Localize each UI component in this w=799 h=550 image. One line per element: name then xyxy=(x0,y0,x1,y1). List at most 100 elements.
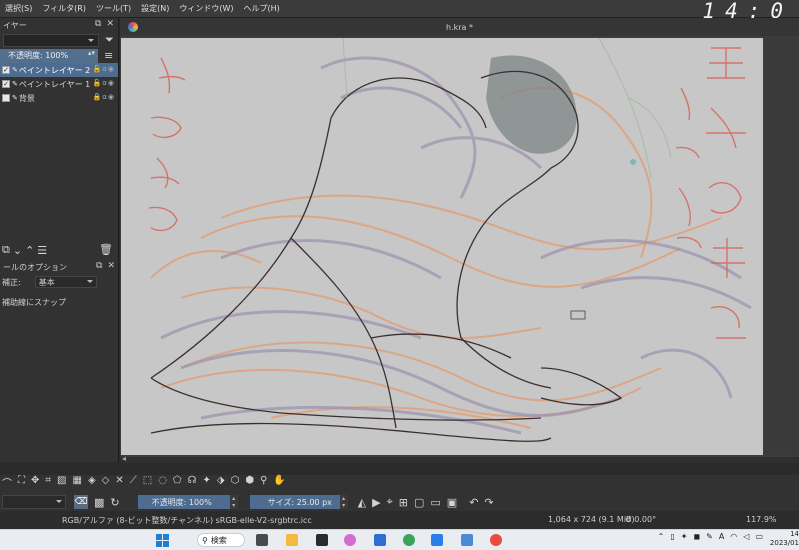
contiguous-select-icon[interactable]: ✦ xyxy=(203,475,211,490)
tray-app-icon-2[interactable]: ◼ xyxy=(693,532,700,541)
mirror-h-icon[interactable]: ◭ xyxy=(358,496,366,509)
new-doc-icon[interactable]: ▢ xyxy=(414,496,424,509)
move-icon[interactable]: ✥ xyxy=(31,475,39,490)
menu-settings[interactable]: 設定(N) xyxy=(136,3,174,14)
open-doc-icon[interactable]: ▭ xyxy=(430,496,440,509)
rotate-icon: ↺ xyxy=(625,515,635,524)
pattern-icon[interactable]: ▦ xyxy=(72,475,81,490)
vscode-icon[interactable] xyxy=(431,534,443,546)
battery-icon[interactable]: ▭ xyxy=(755,532,763,541)
layer-row-paint-1[interactable]: ✓ ✎ ペイントレイヤー 1 🔓α◉ xyxy=(0,77,118,91)
layer-props-icons[interactable]: 🔓α◉ xyxy=(93,65,115,73)
correction-label: 補正: xyxy=(2,277,21,287)
taskbar-clock[interactable]: 14 2023/01 xyxy=(769,530,799,548)
close-docker-icon[interactable]: ✕ xyxy=(107,261,115,271)
app-icon-5[interactable] xyxy=(374,534,386,546)
float-docker-icon[interactable]: ⧉ xyxy=(95,19,101,29)
crop-icon[interactable]: ⌗ xyxy=(45,475,51,490)
measure-icon[interactable]: ⟋ xyxy=(130,475,137,490)
pan-icon[interactable]: ✋ xyxy=(273,475,285,490)
app-icon-3[interactable] xyxy=(316,534,328,546)
mirror-v-icon[interactable]: ▶ xyxy=(372,496,380,509)
layer-opacity-field[interactable]: 不透明度: 100% ▴▾ xyxy=(0,48,98,63)
correction-dropdown[interactable]: 基本 xyxy=(34,276,97,288)
magnetic-select-icon[interactable]: ⬢ xyxy=(245,475,254,490)
file-explorer-icon[interactable] xyxy=(286,534,298,546)
rect-select-icon[interactable]: ⬚ xyxy=(143,475,152,490)
tool-options-docker: ールのオプション ⧉ ✕ 補正: 基本 補助線にスナップ xyxy=(0,260,119,310)
gradient-icon[interactable]: ▨ xyxy=(57,475,66,490)
opacity-spin-icon[interactable]: ▴ ▾ xyxy=(229,495,238,509)
fill-icon[interactable]: ◈ xyxy=(88,475,96,490)
krita-taskbar-icon[interactable] xyxy=(344,534,356,546)
size-spin-icon[interactable]: ▴ ▾ xyxy=(339,495,348,509)
brush-opacity-slider[interactable]: 不透明度: 100% xyxy=(137,495,230,509)
layer-visibility-checkbox[interactable]: ✓ xyxy=(2,80,10,88)
menu-select[interactable]: 選択(S) xyxy=(0,3,37,14)
eraser-toggle-icon[interactable]: ⌫ xyxy=(74,495,88,509)
assistant-icon[interactable]: ✕ xyxy=(115,475,123,490)
layer-props-icons[interactable]: 🔒α◉ xyxy=(93,93,115,101)
tray-app-icon[interactable]: ▯ xyxy=(670,532,674,541)
move-down-icon[interactable]: ⌄ xyxy=(13,244,22,257)
bezier-select-icon[interactable]: ⬡ xyxy=(231,475,240,490)
layer-properties-icon[interactable]: ☰ xyxy=(37,244,47,257)
horizontal-scrollbar[interactable]: ◂ xyxy=(120,454,799,463)
lasso-icon[interactable]: ⌒ xyxy=(2,475,12,490)
menu-filter[interactable]: フィルタ(R) xyxy=(37,3,91,14)
document-tab[interactable]: h.kra * xyxy=(120,18,799,36)
drawing-canvas[interactable] xyxy=(121,38,763,455)
brush-size-slider[interactable]: サイズ: 25.00 px xyxy=(249,495,340,509)
rotation-readout[interactable]: ↺ 0.00° xyxy=(625,515,656,524)
menu-window[interactable]: ウィンドウ(W) xyxy=(174,3,238,14)
add-layer-icon[interactable]: ⧉ xyxy=(2,243,10,257)
app-icon-8[interactable] xyxy=(461,534,473,546)
pen-icon[interactable]: ✎ xyxy=(706,532,713,541)
tray-chevron-icon[interactable]: ⌃ xyxy=(658,532,665,541)
scroll-left-icon[interactable]: ◂ xyxy=(122,454,126,463)
transform-icon[interactable]: ⛶ xyxy=(18,475,25,490)
windows-start-icon[interactable] xyxy=(156,534,169,547)
app-icon-6[interactable] xyxy=(403,534,415,546)
ellipse-select-icon[interactable]: ◌ xyxy=(158,475,167,490)
dropbox-icon[interactable]: ✦ xyxy=(681,532,688,541)
brush-preset-dropdown[interactable] xyxy=(2,495,66,509)
polygon-select-icon[interactable]: ⬠ xyxy=(173,475,182,490)
zoom-readout[interactable]: 117.9% xyxy=(746,515,777,524)
close-docker-icon[interactable]: ✕ xyxy=(106,19,114,29)
menu-tools[interactable]: ツール(T) xyxy=(91,3,136,14)
layer-row-paint-2[interactable]: ✓ ✎ ペイントレイヤー 2 🔓α◉ xyxy=(0,63,118,77)
alpha-lock-icon[interactable]: ▩ xyxy=(94,496,104,509)
undo-icon[interactable]: ↶ xyxy=(469,496,478,509)
redo-icon[interactable]: ↷ xyxy=(484,496,493,509)
filter-icon[interactable]: ⏷ xyxy=(105,33,114,47)
menu-help[interactable]: ヘルプ(H) xyxy=(239,3,285,14)
similar-select-icon[interactable]: ⬗ xyxy=(217,475,225,490)
spin-arrows-icon[interactable]: ▴▾ xyxy=(88,49,95,57)
snap-row[interactable]: 補助線にスナップ xyxy=(0,294,119,310)
blend-mode-dropdown[interactable] xyxy=(3,33,99,47)
delete-layer-icon[interactable]: 🗑 xyxy=(99,243,113,256)
layer-visibility-checkbox[interactable] xyxy=(2,94,10,102)
reload-preset-icon[interactable]: ↻ xyxy=(110,496,119,509)
enclose-fill-icon[interactable]: ◇ xyxy=(102,475,110,490)
wrap-icon[interactable]: ⌖ xyxy=(387,495,393,509)
layer-visibility-checkbox[interactable]: ✓ xyxy=(2,66,10,74)
taskbar-search[interactable]: ⚲ 検索 xyxy=(197,533,245,547)
wifi-icon[interactable]: ◠ xyxy=(730,532,737,541)
layers-docker-title: イヤー ⧉ ✕ xyxy=(0,18,118,32)
ime-icon[interactable]: A xyxy=(719,532,724,541)
zoom-icon[interactable]: ⚲ xyxy=(260,475,267,490)
canvas-side-area xyxy=(765,38,799,455)
float-docker-icon[interactable]: ⧉ xyxy=(96,261,102,271)
layer-menu-icon[interactable]: ≡ xyxy=(104,49,113,62)
reference-icon[interactable]: ⊞ xyxy=(399,496,408,509)
freehand-select-icon[interactable]: ☊ xyxy=(188,475,197,490)
layer-row-background[interactable]: ✎ 背景 🔒α◉ xyxy=(0,91,118,105)
save-doc-icon[interactable]: ▣ xyxy=(447,496,457,509)
layer-props-icons[interactable]: 🔓α◉ xyxy=(93,79,115,87)
chrome-icon[interactable] xyxy=(490,534,502,546)
move-up-icon[interactable]: ⌃ xyxy=(25,244,34,257)
task-view-icon[interactable] xyxy=(256,534,268,546)
volume-icon[interactable]: ◁ xyxy=(743,532,749,541)
